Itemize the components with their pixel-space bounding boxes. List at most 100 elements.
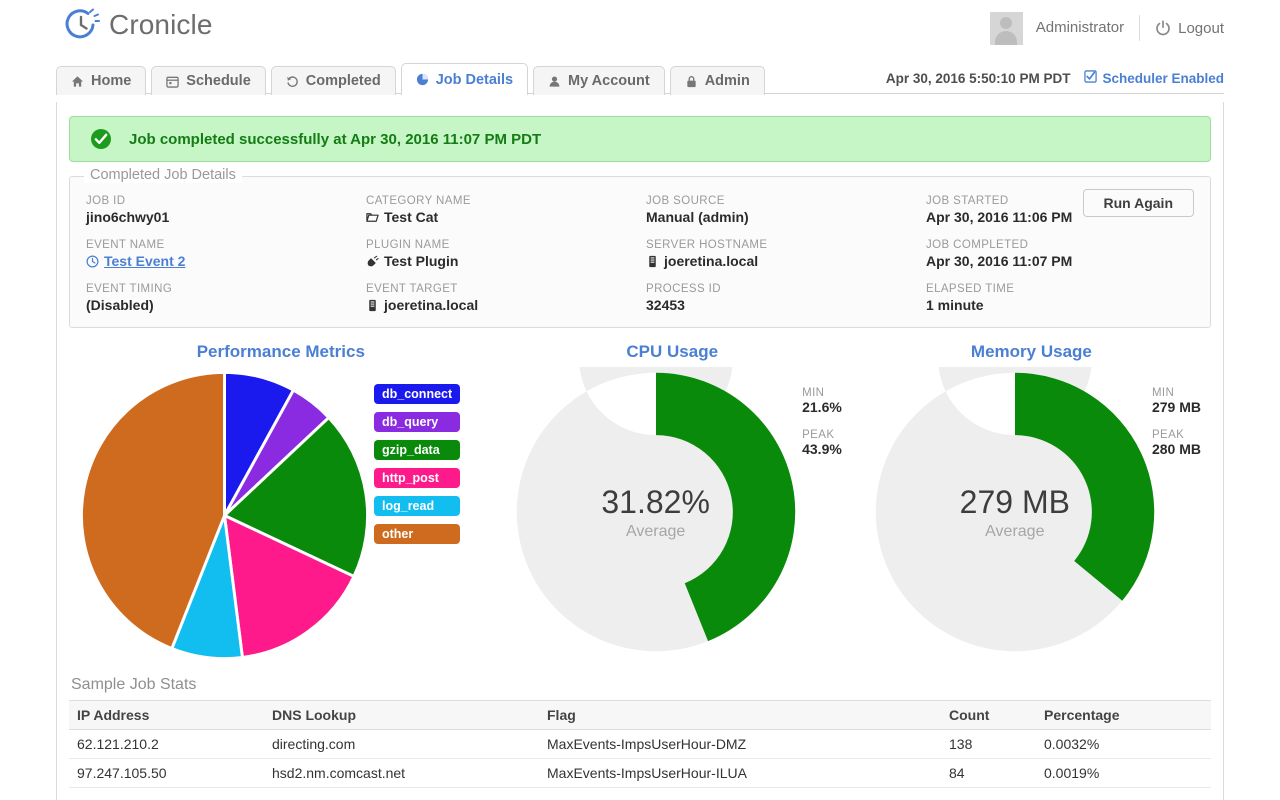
chart-title: Memory Usage: [970, 342, 1092, 361]
table-cell: 138: [941, 729, 1036, 759]
cpu-peak-value: 43.9%: [802, 441, 842, 457]
logout-label: Logout: [1178, 19, 1224, 37]
field-value-row: Test Cat: [366, 209, 646, 225]
tab-home[interactable]: Home: [56, 66, 147, 95]
tab-completed-label: Completed: [305, 73, 381, 89]
calendar-icon: [166, 75, 180, 88]
tab-admin-label: Admin: [704, 73, 750, 89]
cpu-donut-svg: [516, 367, 795, 652]
history-icon: [286, 75, 299, 88]
tab-bar: Home Schedule Completed Job Details My A…: [56, 61, 1224, 95]
field-value: joeretina.local: [664, 253, 759, 269]
field-label: EVENT NAME: [86, 239, 165, 251]
field-event-target: EVENT TARGET joeretina.local: [366, 283, 646, 313]
folder-icon: [366, 211, 379, 224]
cpu-stats: MIN 21.6% PEAK 43.9%: [802, 387, 842, 471]
lock-icon: [685, 75, 698, 88]
field-value: Test Plugin: [384, 253, 459, 269]
field-process-id: PROCESS ID 32453: [646, 283, 926, 313]
legend-chip-db_connect[interactable]: db_connect: [374, 384, 461, 404]
current-datetime: Apr 30, 2016 5:50:10 PM PDT: [885, 70, 1071, 86]
field-label: CATEGORY NAME: [366, 195, 471, 207]
status-banner: Job completed successfully at Apr 30, 20…: [69, 116, 1211, 162]
col-count[interactable]: Count: [941, 700, 1036, 730]
table-head: IP Address DNS Lookup Flag Count Percent…: [69, 700, 1211, 730]
avatar: [989, 11, 1023, 45]
field-value: Manual (admin): [646, 209, 749, 225]
col-ip-address[interactable]: IP Address: [69, 700, 264, 730]
field-value-row: Test Plugin: [366, 253, 646, 269]
legend-chip-http_post[interactable]: http_post: [374, 468, 461, 488]
field-value: jino6chwy01: [86, 209, 170, 225]
field-value: Test Cat: [384, 209, 439, 225]
field-value: joeretina.local: [384, 297, 479, 313]
memory-stats: MIN 279 MB PEAK 280 MB: [1152, 387, 1201, 471]
chart-title: Performance Metrics: [196, 342, 365, 361]
field-server-hostname: SERVER HOSTNAME joeretina.local: [646, 239, 926, 269]
clock-icon: [86, 255, 99, 268]
memory-min-value: 279 MB: [1151, 399, 1201, 415]
legend-chip-db_query[interactable]: db_query: [374, 412, 461, 432]
app-title: Cronicle: [109, 9, 213, 40]
field-plugin-name: PLUGIN NAME Test Plugin: [366, 239, 646, 269]
table-cell: 84: [941, 758, 1036, 788]
tab-schedule[interactable]: Schedule: [151, 66, 266, 95]
legend-chip-other[interactable]: other: [374, 524, 461, 544]
table-cell: MaxEvents-ImpsUserHour-DMZ: [539, 729, 941, 759]
sample-job-stats-table: IP Address DNS Lookup Flag Count Percent…: [69, 700, 1211, 788]
chart-title: CPU Usage: [626, 342, 719, 361]
cpu-peak-label: PEAK: [802, 429, 835, 441]
table-cell: 0.0019%: [1036, 758, 1211, 788]
table-cell: 0.0032%: [1036, 729, 1211, 759]
app-header: Cronicle Administrator Logout: [0, 0, 1280, 56]
field-value-row: joeretina.local: [366, 297, 646, 313]
user-area: Administrator Logout: [989, 10, 1224, 46]
plug-icon: [366, 255, 379, 268]
server-icon: [366, 299, 379, 312]
chart-cpu-usage: CPU Usage 31.82% Average MIN 21.6% PEAK …: [493, 342, 852, 672]
tab-job-details[interactable]: Job Details: [400, 63, 529, 95]
logout-button[interactable]: Logout: [1155, 20, 1224, 37]
col-percentage[interactable]: Percentage: [1036, 700, 1211, 730]
memory-donut-svg: [875, 367, 1155, 652]
home-icon: [71, 75, 84, 88]
legend-chip-gzip_data[interactable]: gzip_data: [374, 440, 461, 460]
user-name: Administrator: [1036, 15, 1141, 41]
field-label: SERVER HOSTNAME: [646, 239, 768, 251]
chart-performance-metrics: Performance Metrics db_connect db_querygz…: [69, 342, 493, 672]
tab-home-label: Home: [91, 73, 132, 89]
scheduler-toggle[interactable]: Scheduler Enabled: [1084, 70, 1224, 86]
donut-area: 31.82% Average MIN 21.6% PEAK 43.9%: [493, 362, 852, 662]
cronicle-clock-icon: [62, 6, 100, 44]
check-circle-icon: [90, 128, 112, 150]
tab-admin[interactable]: Admin: [669, 66, 765, 95]
run-again-button[interactable]: Run Again: [1082, 189, 1194, 217]
field-value-row: joeretina.local: [646, 253, 926, 269]
field-label: EVENT TARGET: [366, 283, 458, 295]
table-row: 97.247.105.50 hsd2.nm.comcast.net MaxEvent…: [69, 758, 1211, 788]
checkbox-checked-icon: [1084, 70, 1098, 86]
field-event-timing: EVENT TIMING (Disabled): [86, 283, 366, 313]
table-header-row: IP Address DNS Lookup Flag Count Percent…: [69, 700, 1211, 730]
server-icon: [646, 255, 659, 268]
memory-min-label: MIN: [1151, 387, 1175, 399]
col-dns-lookup[interactable]: DNS Lookup: [264, 700, 539, 730]
field-label: PLUGIN NAME: [366, 239, 450, 251]
col-flag[interactable]: Flag: [539, 700, 941, 730]
field-value: (Disabled): [86, 297, 154, 313]
event-name-link[interactable]: Test Event 2: [104, 253, 185, 269]
pie-area: db_connect db_query gzip_data http_post log_…: [69, 362, 493, 662]
field-label: JOB SOURCE: [646, 195, 725, 207]
tab-my-account[interactable]: My Account: [533, 66, 665, 95]
table-row: 62.121.210.2 directing.com MaxEvents-ImpsU…: [69, 729, 1211, 759]
tab-completed[interactable]: Completed: [270, 66, 396, 95]
table-cell: MaxEvents-ImpsUserHour-ILUA: [539, 758, 941, 788]
cpu-min-value: 21.6%: [802, 399, 842, 415]
charts-row: Performance Metrics db_connect db_querygz…: [69, 342, 1211, 672]
app-logo[interactable]: Cronicle: [62, 6, 213, 44]
scheduler-label: Scheduler Enabled: [1102, 70, 1224, 86]
pie-chart-svg: [79, 370, 370, 661]
legend-chip-log_read[interactable]: log_read: [374, 496, 461, 516]
tab-my-account-label: My Account: [568, 73, 650, 89]
table-cell: 62.121.210.2: [69, 729, 264, 759]
